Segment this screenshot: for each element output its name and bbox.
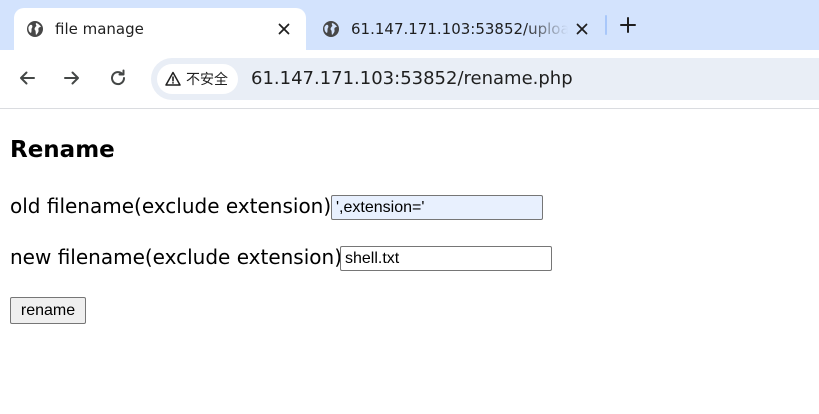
tab-upload[interactable]: 61.147.171.103:53852/upload <box>312 8 604 50</box>
new-tab-icon[interactable] <box>618 15 638 35</box>
close-icon[interactable] <box>276 21 292 37</box>
tab-title: 61.147.171.103:53852/upload <box>351 20 568 38</box>
security-label: 不安全 <box>186 72 228 88</box>
security-indicator[interactable]: 不安全 <box>157 64 238 94</box>
back-arrow-icon[interactable] <box>17 68 37 88</box>
page-content: Rename old filename(exclude extension)： … <box>0 109 819 414</box>
url-text[interactable]: 61.147.171.103:53852/rename.php <box>251 68 573 89</box>
old-filename-label: old filename(exclude extension)： <box>10 194 352 218</box>
old-filename-input[interactable] <box>331 195 543 220</box>
tab-separator <box>605 15 607 35</box>
close-icon[interactable] <box>574 21 590 37</box>
globe-icon <box>27 21 43 37</box>
new-filename-input[interactable] <box>340 246 552 271</box>
rename-button[interactable]: rename <box>10 297 86 324</box>
address-bar[interactable]: 不安全 61.147.171.103:53852/rename.php <box>151 58 819 100</box>
tab-file-manage[interactable]: file manage <box>14 8 306 50</box>
globe-icon <box>323 21 339 37</box>
tab-title: file manage <box>55 20 144 38</box>
browser-toolbar: 不安全 61.147.171.103:53852/rename.php <box>0 50 819 109</box>
reload-icon[interactable] <box>108 68 128 88</box>
warning-icon <box>165 71 181 86</box>
page-title: Rename <box>10 137 115 163</box>
new-filename-label: new filename(exclude extension)： <box>10 245 363 269</box>
forward-arrow-icon[interactable] <box>62 68 82 88</box>
tab-strip: file manage 61.147.171.103:53852/upload <box>0 0 819 50</box>
